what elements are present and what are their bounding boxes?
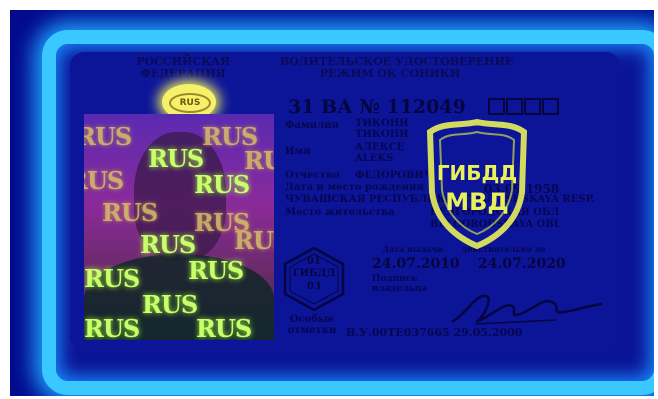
shield-text-bottom: МВД — [445, 188, 509, 216]
dob-label: Дата и место рождения — [285, 182, 424, 193]
country-line-2: ФЕДЕРАЦИЯ — [140, 67, 226, 80]
notes-label: Особые отметки — [287, 314, 337, 336]
hex-stamp-top: 01 — [307, 256, 321, 267]
residence-label: Место жительства — [285, 207, 395, 218]
country-heading: РОССИЙСКАЯ ФЕДЕРАЦИЯ — [133, 56, 233, 80]
title-line-2: РЕЖИМ ОК СОНИКИ — [319, 67, 461, 80]
holder-photo: RUS RUS RUS RUS RUS RUS RUS RUS RUS RUS … — [84, 114, 274, 340]
category-box-1 — [488, 98, 505, 115]
category-box-4 — [542, 98, 559, 115]
license-number: 31 ВА № 112049 — [288, 96, 466, 118]
holder-signature-label: Подпись владельца — [372, 274, 428, 294]
rus-watermark: RUS — [234, 226, 274, 255]
rus-watermark: RUS — [84, 264, 140, 293]
category-box-2 — [506, 98, 523, 115]
patronymic-label: Отчество — [285, 170, 340, 181]
name-label: Имя — [285, 146, 311, 157]
hex-stamp-middle: ГИБДД — [292, 268, 336, 279]
rus-watermark: RUS — [148, 144, 204, 173]
rus-watermark: RUS — [102, 198, 158, 227]
document-title: ВОДИТЕЛЬСКОЕ УДОСТОВЕРЕНИЕ РЕЖИМ ОК СОНИ… — [280, 56, 513, 80]
rus-watermark: RUS — [84, 314, 140, 340]
rus-watermark: RUS — [84, 122, 132, 151]
uv-license-photo: РОССИЙСКАЯ ФЕДЕРАЦИЯ ВОДИТЕЛЬСКОЕ УДОСТО… — [0, 0, 658, 399]
rus-watermark: RUS — [188, 256, 244, 285]
rus-watermark: RUS — [196, 314, 252, 340]
name-value: АЛЕКСЕ ALEKS — [355, 142, 405, 164]
rus-watermark: RUS — [140, 230, 196, 259]
surname-value: ТИКОНИ ТИКОНИ — [355, 118, 409, 140]
hex-stamp-bottom: 03 — [307, 281, 321, 292]
category-box-3 — [524, 98, 541, 115]
surname-label: Фамилия — [285, 120, 339, 131]
gibdd-shield-emblem: ГИБДД МВД — [426, 118, 528, 250]
uv-scene: РОССИЙСКАЯ ФЕДЕРАЦИЯ ВОДИТЕЛЬСКОЕ УДОСТО… — [10, 10, 654, 396]
expiry-date: 24.07.2020 — [478, 256, 566, 272]
rus-emblem-text: RUS — [169, 93, 211, 113]
rus-watermark: RUS — [194, 170, 250, 199]
rus-watermark: RUS — [142, 290, 198, 319]
holder-signature — [451, 294, 603, 325]
shield-text-top: ГИБДД — [437, 161, 517, 185]
issued-date: 24.07.2010 — [372, 256, 460, 272]
rus-watermark: RUS — [84, 166, 124, 195]
